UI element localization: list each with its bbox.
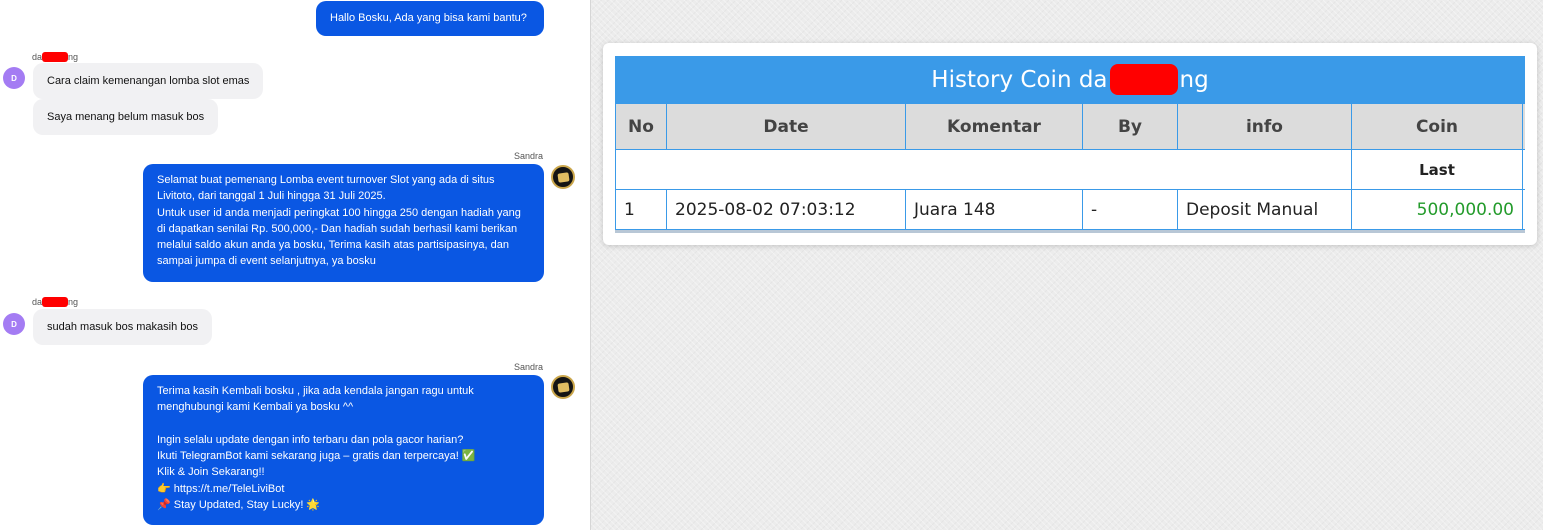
sender-name: Sandra: [514, 151, 544, 161]
sender-name-prefix: da: [32, 52, 43, 62]
cell-date: 2025-08-02 07:03:12: [666, 189, 906, 230]
agent-logo-icon: [556, 381, 570, 393]
agent-logo-icon: [556, 171, 570, 183]
user-message: sudah masuk bos makasih bos: [33, 309, 213, 345]
sender-name: Sandra: [514, 362, 544, 372]
redaction-box: [1109, 64, 1178, 95]
table-row: 1 2025-08-02 07:03:12 Juara 148 - Deposi…: [615, 189, 1525, 230]
history-title: History Coin da ng: [615, 56, 1525, 103]
agent-message: Terima kasih Kembali bosku , jika ada ke…: [143, 375, 544, 525]
agent-message: Hallo Bosku, Ada yang bisa kami bantu?: [316, 1, 544, 36]
history-card: History Coin da ng No Date Komentar By in…: [603, 43, 1537, 245]
agent-avatar: [551, 375, 575, 399]
agent-avatar: [551, 165, 575, 189]
agent-message: Selamat buat pemenang Lomba event turnov…: [143, 164, 544, 282]
history-title-prefix: History Coin da: [931, 66, 1108, 93]
sender-name-prefix: da: [32, 297, 43, 307]
table-header-row: No Date Komentar By info Coin: [615, 103, 1525, 150]
column-header-info[interactable]: info: [1177, 103, 1352, 150]
last-row-extra: [1522, 149, 1525, 190]
sender-name-suffix: ng: [68, 297, 79, 307]
sender-name-suffix: ng: [68, 52, 79, 62]
redaction-box: [42, 51, 69, 62]
cell-info: Deposit Manual: [1177, 189, 1352, 230]
user-message: Saya menang belum masuk bos: [33, 99, 219, 135]
cell-by: -: [1082, 189, 1178, 230]
last-label: Last: [1351, 149, 1523, 190]
column-header-komentar[interactable]: Komentar: [905, 103, 1083, 150]
cell-extra: [1522, 189, 1525, 230]
redaction-box: [42, 296, 69, 307]
last-row: Last: [615, 149, 1525, 190]
history-title-suffix: ng: [1179, 66, 1209, 93]
sender-name: da ng: [32, 51, 79, 62]
column-header-by[interactable]: By: [1082, 103, 1178, 150]
user-avatar: D: [3, 313, 25, 335]
history-panel: History Coin da ng No Date Komentar By in…: [590, 0, 1543, 530]
column-header-coin[interactable]: Coin: [1351, 103, 1523, 150]
table-bottom-border: [615, 230, 1525, 233]
column-header-no[interactable]: No: [615, 103, 667, 150]
chat-panel: Hallo Bosku, Ada yang bisa kami bantu? d…: [0, 0, 590, 530]
column-header-extra: [1522, 103, 1525, 150]
history-table-wrapper: History Coin da ng No Date Komentar By in…: [615, 56, 1525, 233]
column-header-date[interactable]: Date: [666, 103, 906, 150]
user-avatar: D: [3, 67, 25, 89]
cell-no: 1: [615, 189, 667, 230]
sender-name: da ng: [32, 296, 79, 307]
history-table: No Date Komentar By info Coin Last 1 202…: [615, 103, 1525, 230]
cell-coin: 500,000.00: [1351, 189, 1523, 230]
user-message: Cara claim kemenangan lomba slot emas: [33, 63, 264, 99]
last-row-spacer: [615, 149, 1352, 190]
cell-komentar: Juara 148: [905, 189, 1083, 230]
